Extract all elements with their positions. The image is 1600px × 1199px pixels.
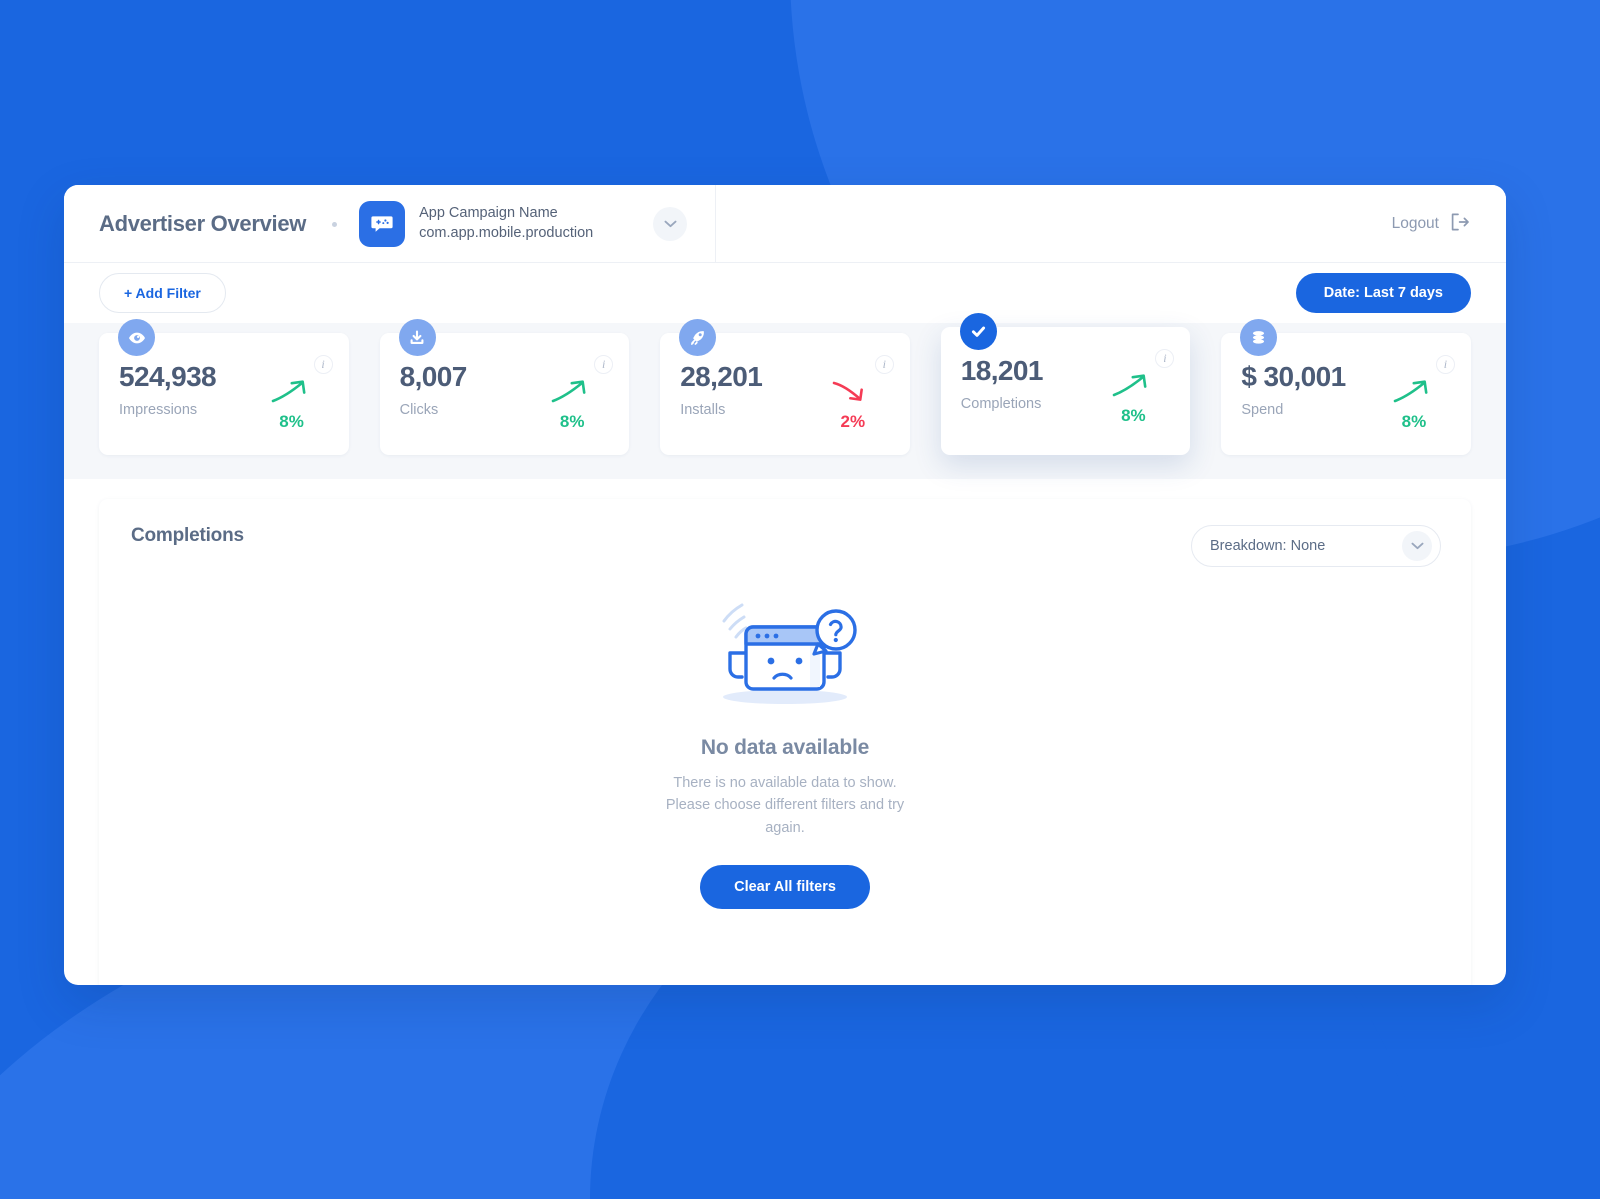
trend-arrow-down-icon	[832, 381, 863, 401]
trend-percent: 8%	[559, 412, 585, 431]
trend-indicator-down: 2%	[822, 377, 884, 432]
trend-percent: 2%	[840, 412, 866, 431]
app-window: Advertiser Overview App Campaign Name co…	[64, 185, 1506, 985]
filter-bar: + Add Filter Date: Last 7 days	[64, 263, 1506, 323]
metric-card-completions[interactable]: i 18,201 Completions 8%	[940, 313, 1191, 455]
info-icon[interactable]: i	[313, 355, 333, 374]
campaign-text: App Campaign Name com.app.mobile.product…	[419, 204, 593, 243]
coins-icon	[1240, 319, 1278, 356]
chart-header: Completions Breakdown: None	[129, 525, 1441, 567]
trend-arrow-up-icon	[1393, 380, 1428, 403]
download-icon	[398, 319, 436, 356]
sign-out-icon	[1450, 213, 1470, 236]
campaign-chevron-down-icon[interactable]	[653, 207, 688, 241]
logout-button[interactable]: Logout	[1392, 213, 1470, 236]
chart-panel: Completions Breakdown: None No data avai…	[99, 499, 1471, 985]
metric-card-impressions[interactable]: i 524,938 Impressions 8%	[99, 319, 349, 455]
metric-card-clicks[interactable]: i 8,007 Clicks 8%	[379, 319, 630, 455]
title-separator-dot	[332, 221, 338, 227]
sad-browser-window-icon	[690, 585, 880, 710]
breakdown-chevron-down-icon	[1402, 531, 1432, 561]
metric-card-spend[interactable]: i $ 30,001 Spend 8%	[1221, 319, 1471, 455]
info-icon[interactable]: i	[1435, 355, 1455, 374]
info-icon[interactable]: i	[874, 355, 894, 374]
add-filter-button[interactable]: + Add Filter	[99, 273, 226, 313]
date-range-button[interactable]: Date: Last 7 days	[1295, 273, 1471, 313]
campaign-name: App Campaign Name	[419, 205, 558, 222]
check-icon	[959, 313, 997, 350]
info-icon[interactable]: i	[1155, 349, 1175, 368]
gamepad-chat-icon	[359, 201, 406, 247]
rocket-icon	[679, 319, 717, 356]
metric-card-installs[interactable]: i 28,201 Installs 2%	[660, 319, 910, 455]
logout-label: Logout	[1391, 215, 1439, 232]
empty-state-description: There is no available data to show. Plea…	[665, 775, 905, 836]
trend-indicator-up: 8%	[261, 377, 323, 432]
campaign-package: com.app.mobile.production	[419, 225, 594, 241]
breakdown-dropdown[interactable]: Breakdown: None	[1191, 525, 1441, 567]
app-header: Advertiser Overview App Campaign Name co…	[64, 185, 1506, 263]
trend-percent: 8%	[1121, 406, 1146, 425]
trend-arrow-up-icon	[551, 380, 586, 403]
trend-percent: 8%	[1401, 412, 1427, 431]
metric-cards-band: i 524,938 Impressions 8% i 8,007 Clicks	[64, 313, 1506, 479]
trend-percent: 8%	[279, 412, 304, 431]
trend-indicator-up: 8%	[541, 377, 603, 432]
campaign-selector[interactable]: App Campaign Name com.app.mobile.product…	[359, 201, 688, 247]
header-divider	[715, 185, 717, 263]
clear-all-filters-button[interactable]: Clear All filters	[700, 865, 870, 910]
trend-arrow-up-icon	[1113, 374, 1147, 397]
eye-icon	[118, 319, 155, 356]
empty-state: No data available There is no available …	[99, 585, 1471, 910]
info-icon[interactable]: i	[594, 355, 614, 374]
trend-indicator-up: 8%	[1102, 371, 1164, 426]
page-title: Advertiser Overview	[99, 211, 307, 236]
trend-arrow-up-icon	[271, 380, 306, 403]
trend-indicator-up: 8%	[1383, 377, 1445, 432]
chart-title: Completions	[131, 525, 244, 546]
empty-state-title: No data available	[700, 736, 870, 759]
breakdown-label: Breakdown: None	[1210, 538, 1326, 554]
